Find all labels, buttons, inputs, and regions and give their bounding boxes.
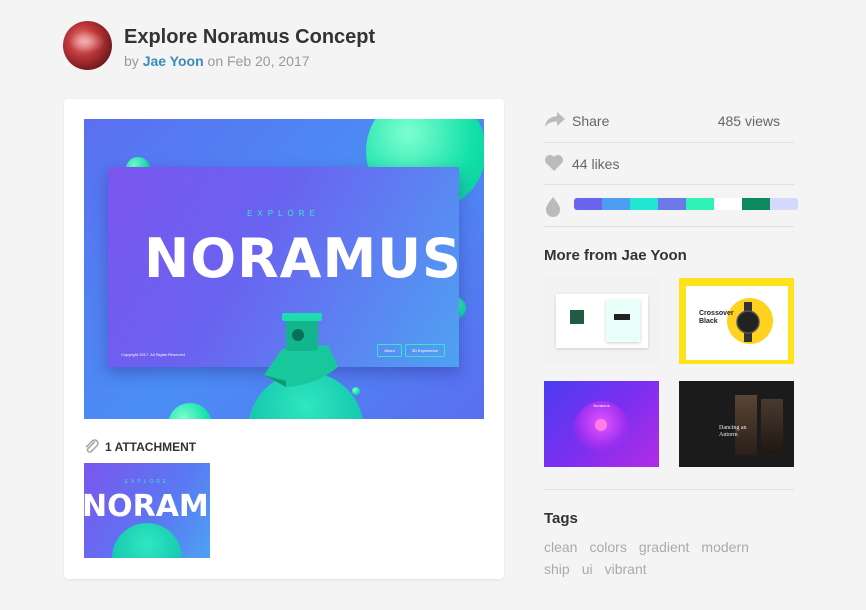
palette-swatch[interactable] (770, 198, 798, 210)
3d-experience-button: 3D Experience (404, 344, 445, 357)
shot-image[interactable]: EXPLORE NORAMUS Copyright 2017. All Righ… (84, 119, 484, 419)
author-link[interactable]: Jae Yoon (143, 53, 204, 69)
palette-swatch[interactable] (686, 198, 714, 210)
bubble-decoration (352, 387, 360, 395)
tag-link[interactable]: clean (544, 539, 577, 555)
author-avatar[interactable] (63, 21, 112, 70)
share-row: Share 485 views (544, 106, 794, 143)
share-icon[interactable] (544, 110, 566, 128)
thumb-wordmark: NORAMUS (84, 489, 210, 524)
mockup-card (570, 310, 584, 324)
share-button[interactable]: Share (572, 113, 609, 129)
hero-wordmark: NORAMUS (144, 227, 462, 290)
paperclip-icon (85, 439, 99, 453)
heart-icon[interactable] (544, 154, 564, 172)
on-label: on (207, 53, 224, 69)
hero-frame: EXPLORE NORAMUS Copyright 2017. All Righ… (108, 167, 462, 419)
thumb-heading: Noramus (593, 403, 610, 408)
orb-core (595, 419, 607, 431)
shot-date: Feb 20, 2017 (227, 53, 310, 69)
likes-row: 44 likes (544, 148, 794, 185)
palette-swatch[interactable] (658, 198, 686, 210)
thumb-kicker: EXPLORE (124, 479, 170, 485)
tag-list: clean colors gradient modern ship ui vibrant (544, 536, 794, 580)
mockup-card (606, 300, 640, 342)
more-shot-thumbnail[interactable]: Noramus (544, 381, 659, 467)
thumb-heading: Dancing an Antorm (719, 425, 747, 438)
thumb-heading: Crossover Black (699, 310, 734, 325)
tag-link[interactable]: vibrant (605, 561, 647, 577)
attachments-header: 1 ATTACHMENT (84, 439, 196, 455)
by-label: by (124, 53, 139, 69)
color-palette (574, 198, 798, 210)
more-shot-thumbnail[interactable] (544, 278, 659, 364)
palette-swatch[interactable] (742, 198, 770, 210)
palette-swatch[interactable] (714, 198, 742, 210)
tag-link[interactable]: colors (589, 539, 626, 555)
planet-graphic (112, 523, 182, 558)
tag-link[interactable]: gradient (639, 539, 690, 555)
droplet-icon (545, 197, 561, 217)
shot-title: Explore Noramus Concept (124, 26, 376, 48)
palette-swatch[interactable] (574, 198, 602, 210)
hero-copyright: Copyright 2017. All Rights Reserved (121, 352, 186, 357)
attachments-label: 1 ATTACHMENT (105, 440, 197, 454)
hero-kicker: EXPLORE (247, 209, 320, 218)
tags-title: Tags (544, 510, 578, 527)
hero-buttons: About 3D Experience (377, 344, 445, 357)
ship-icon (264, 313, 338, 387)
more-from-title: More from Jae Yoon (544, 247, 687, 264)
attachment-thumbnail[interactable]: EXPLORE NORAMUS (84, 463, 210, 558)
bubble-decoration (168, 403, 212, 419)
about-button: About (377, 344, 402, 357)
palette-row (544, 190, 798, 227)
tag-link[interactable]: ship (544, 561, 570, 577)
more-shot-thumbnail[interactable]: Dancing an Antorm (679, 381, 794, 467)
palette-swatch[interactable] (602, 198, 630, 210)
mockup-card (614, 314, 630, 320)
photo-block (761, 399, 783, 453)
more-shot-thumbnail[interactable]: Crossover Black (679, 278, 794, 364)
tags-divider (544, 489, 794, 490)
tag-link[interactable]: modern (701, 539, 748, 555)
tag-link[interactable]: ui (582, 561, 593, 577)
views-count: 485 views (717, 113, 780, 129)
shot-card: EXPLORE NORAMUS Copyright 2017. All Righ… (64, 99, 504, 579)
likes-count[interactable]: 44 likes (572, 156, 619, 172)
shot-byline: by Jae Yoon on Feb 20, 2017 (124, 53, 310, 69)
palette-swatch[interactable] (630, 198, 658, 210)
